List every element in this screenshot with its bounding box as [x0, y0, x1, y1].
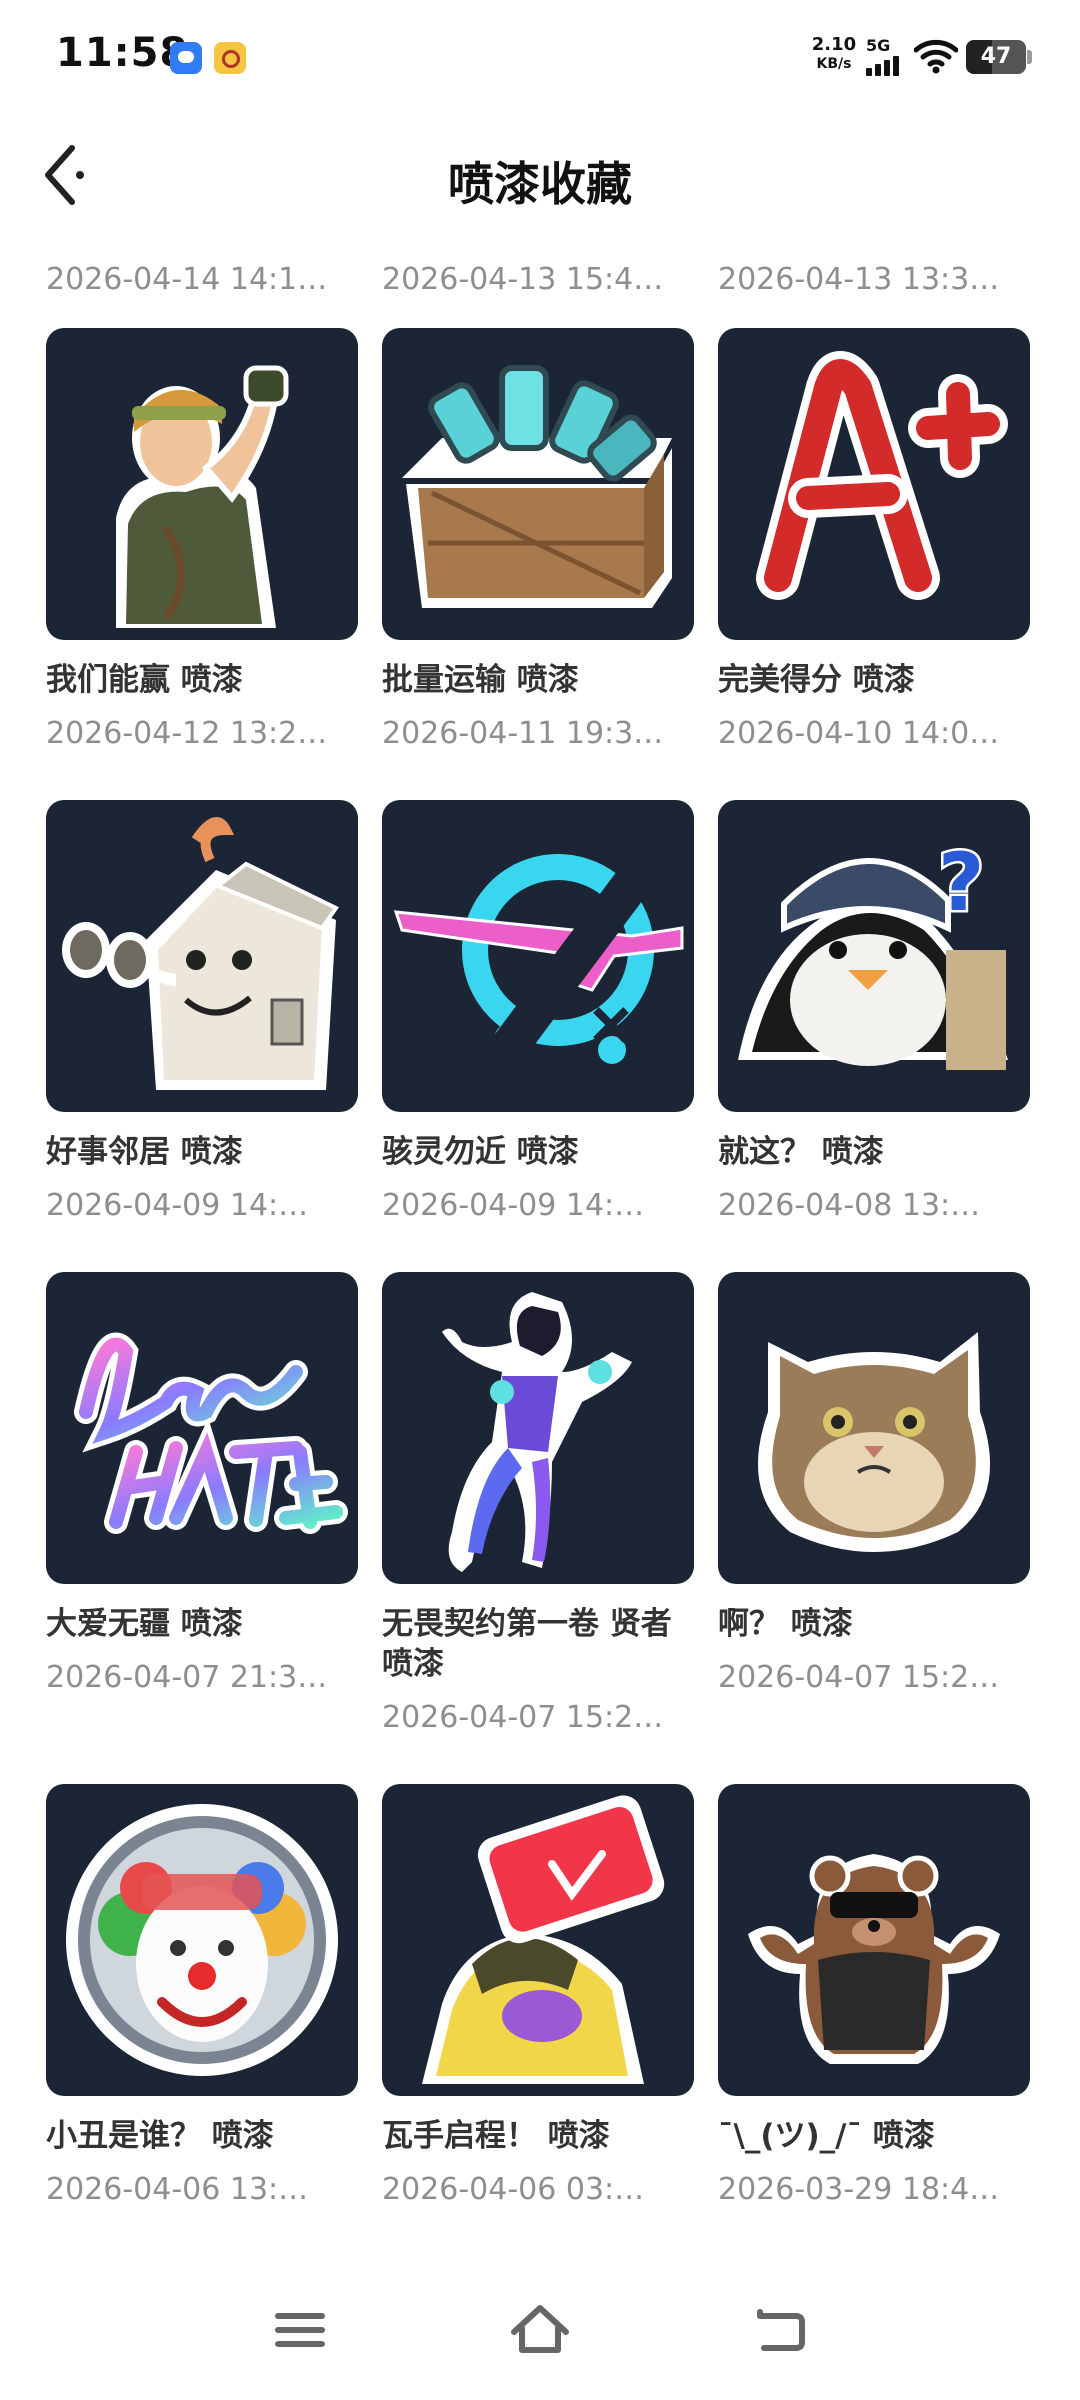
signal-icon — [866, 54, 906, 76]
wifi-icon — [914, 39, 958, 74]
spray-card[interactable]: ¯\_(ツ)_/¯ 喷漆 2026-03-29 18:4… — [718, 1784, 1030, 2210]
cat-icon[interactable] — [718, 1272, 1030, 1584]
spray-card[interactable]: 骇灵勿近 喷漆 2026-04-09 14:… — [382, 800, 694, 1226]
spray-card[interactable]: 我们能赢 喷漆 2026-04-12 13:2… — [46, 328, 358, 754]
item-name: 批量运输 喷漆 — [382, 662, 579, 698]
spray-card[interactable]: 啊？ 喷漆 2026-04-07 15:2… — [718, 1272, 1030, 1698]
spray-card[interactable]: 瓦手启程！ 喷漆 2026-04-06 03:… — [382, 1784, 694, 2210]
spray-collection-grid: 2026-04-14 14:1… 2026-04-13 15:4… 2026-0… — [0, 240, 1080, 2240]
penguin-question-icon[interactable]: ? — [718, 800, 1030, 1112]
spray-card[interactable]: ? 就这？ 喷漆 2026-04-08 13:… — [718, 800, 1030, 1226]
speed-unit: KB/s — [816, 56, 852, 72]
item-date: 2026-04-13 15:4… — [382, 262, 664, 297]
item-date: 2026-04-07 15:2… — [718, 1660, 1000, 1695]
network-type: 5G — [866, 36, 891, 55]
item-name: 完美得分 喷漆 — [718, 662, 915, 698]
spray-card[interactable]: 批量运输 喷漆 2026-04-11 19:3… — [382, 328, 694, 754]
battery-level: 47 — [980, 44, 1012, 69]
item-date: 2026-04-09 14:… — [382, 1188, 645, 1223]
item-date: 2026-04-12 13:2… — [46, 716, 328, 751]
item-date: 2026-03-29 18:4… — [718, 2172, 1000, 2207]
love-over-hate-icon[interactable] — [46, 1272, 358, 1584]
muscle-soldier-icon[interactable] — [46, 328, 358, 640]
no-gun-icon[interactable] — [382, 800, 694, 1112]
item-name: ¯\_(ツ)_/¯ 喷漆 — [718, 2118, 935, 2154]
speed-value: 2.10 — [811, 34, 857, 55]
item-name: 瓦手启程！ 喷漆 — [382, 2118, 610, 2154]
back-icon[interactable] — [740, 2290, 820, 2370]
spray-card[interactable]: 完美得分 喷漆 2026-04-10 14:0… — [718, 328, 1030, 754]
status-time: 11:58 — [56, 30, 189, 76]
item-name: 我们能赢 喷漆 — [46, 662, 243, 698]
notification-app-icon — [214, 42, 246, 74]
item-date: 2026-04-09 14:… — [46, 1188, 309, 1223]
phone-creature-icon[interactable] — [382, 1784, 694, 2096]
item-name: 大爱无疆 喷漆 — [46, 1606, 243, 1642]
status-bar: 11:58 2.10 KB/s 5G 47 — [0, 0, 1080, 110]
item-name: 好事邻居 喷漆 — [46, 1134, 243, 1170]
item-date: 2026-04-06 03:… — [382, 2172, 645, 2207]
header: 喷漆收藏 — [0, 110, 1080, 240]
network-speed: 2.10 KB/s — [808, 34, 860, 72]
svg-text:?: ? — [938, 836, 984, 929]
spray-card[interactable]: 大爱无疆 喷漆 2026-04-07 21:3… — [46, 1272, 358, 1698]
a-plus-icon[interactable] — [718, 328, 1030, 640]
spray-card[interactable]: 好事邻居 喷漆 2026-04-09 14:… — [46, 800, 358, 1226]
item-name: 骇灵勿近 喷漆 — [382, 1134, 579, 1170]
item-date: 2026-04-14 14:1… — [46, 262, 328, 297]
menu-icon[interactable] — [260, 2290, 340, 2370]
battery-icon: 47 — [966, 40, 1032, 74]
item-date: 2026-04-06 13:… — [46, 2172, 309, 2207]
crate-icon[interactable] — [382, 328, 694, 640]
item-date: 2026-04-10 14:0… — [718, 716, 1000, 751]
item-name: 啊？ 喷漆 — [718, 1606, 853, 1642]
item-name: 无畏契约第一卷 贤者 喷漆 — [382, 1606, 672, 1682]
page-title: 喷漆收藏 — [448, 157, 632, 211]
item-date: 2026-04-13 13:3… — [718, 262, 1000, 297]
spray-card[interactable]: 小丑是谁？ 喷漆 2026-04-06 13:… — [46, 1784, 358, 2210]
item-name: 小丑是谁？ 喷漆 — [46, 2118, 274, 2154]
spray-card[interactable]: 无畏契约第一卷 贤者 喷漆 2026-04-07 15:2… — [382, 1272, 694, 1738]
home-icon[interactable] — [500, 2290, 580, 2370]
house-binoculars-icon[interactable] — [46, 800, 358, 1112]
item-date: 2026-04-07 21:3… — [46, 1660, 328, 1695]
sage-agent-icon[interactable] — [382, 1272, 694, 1584]
clown-icon[interactable] — [46, 1784, 358, 2096]
item-name: 就这？ 喷漆 — [718, 1134, 884, 1170]
baidu-app-icon — [170, 42, 202, 74]
shrug-bear-icon[interactable] — [718, 1784, 1030, 2096]
item-date: 2026-04-07 15:2… — [382, 1700, 664, 1735]
system-nav-bar — [0, 2260, 1080, 2400]
item-date: 2026-04-11 19:3… — [382, 716, 664, 751]
item-date: 2026-04-08 13:… — [718, 1188, 981, 1223]
